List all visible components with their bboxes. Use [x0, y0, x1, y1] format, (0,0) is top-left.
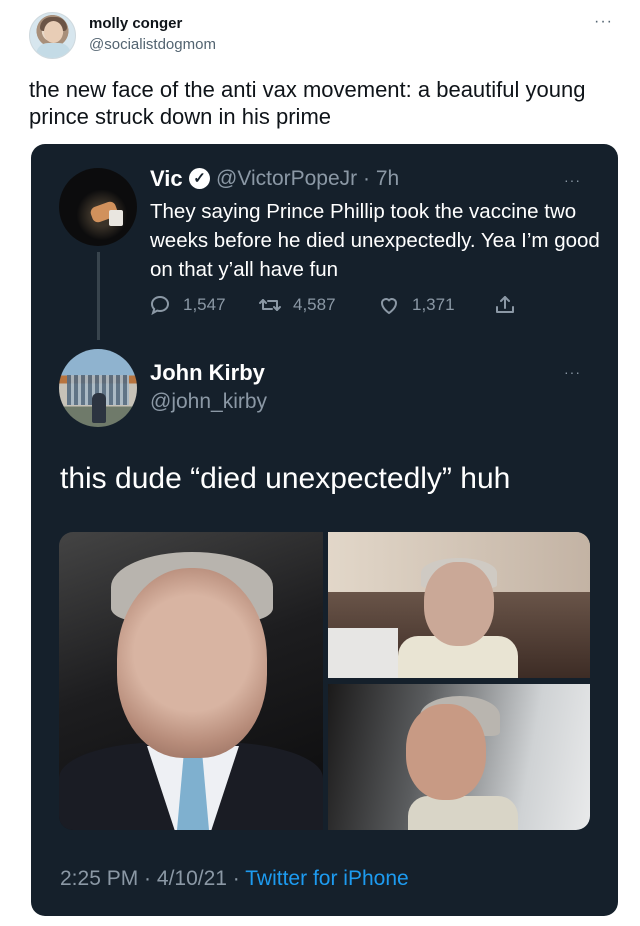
- tweet-time[interactable]: 2:25 PM: [60, 867, 138, 890]
- retweet-button[interactable]: 4,587: [258, 290, 336, 320]
- photo-car-side[interactable]: [328, 684, 590, 830]
- tweet-date[interactable]: 4/10/21: [157, 867, 227, 890]
- source-separator: ·: [226, 867, 246, 890]
- reply-tweet-text: this dude “died unexpectedly” huh: [60, 462, 511, 495]
- tweet-actions: 1,547 4,587 1,371: [31, 290, 618, 320]
- photo-coat: [408, 796, 518, 830]
- like-count: 1,371: [412, 295, 455, 314]
- timestamp-separator: ·: [138, 867, 157, 890]
- reply-count: 1,547: [183, 295, 226, 314]
- avatar-face: [44, 21, 63, 43]
- photo-closeup[interactable]: [59, 532, 323, 830]
- kirby-avatar[interactable]: [59, 349, 137, 427]
- retweet-icon: [259, 299, 281, 311]
- kirby-handle[interactable]: @john_kirby: [150, 390, 267, 414]
- vic-handle-time[interactable]: @VictorPopeJr · 7h: [216, 167, 399, 191]
- outer-handle[interactable]: @socialistdogmom: [89, 36, 216, 53]
- share-button[interactable]: [493, 290, 528, 320]
- avatar-shirt: [36, 43, 71, 58]
- verified-badge-icon: ✓: [189, 168, 210, 189]
- retweet-count: 4,587: [293, 295, 336, 314]
- photo-car-front[interactable]: [328, 532, 590, 678]
- more-options-icon[interactable]: ···: [594, 13, 613, 31]
- outer-tweet-text: the new face of the anti vax movement: a…: [29, 77, 586, 129]
- vic-display-name[interactable]: Vic: [150, 166, 183, 192]
- photo-face: [424, 562, 494, 646]
- photo-seat: [328, 628, 398, 678]
- speech-bubble-icon: [150, 295, 170, 316]
- share-icon: [496, 296, 514, 313]
- tweet-timestamp: 2:25 PM · 4/10/21 · Twitter for iPhone: [60, 867, 409, 891]
- outer-display-name[interactable]: molly conger: [89, 15, 182, 32]
- more-options-icon[interactable]: ···: [564, 172, 581, 188]
- media-grid: [59, 532, 590, 830]
- reply-button[interactable]: 1,547: [148, 290, 226, 320]
- avatar-paper: [109, 210, 123, 226]
- more-options-icon[interactable]: ···: [564, 364, 581, 380]
- outer-avatar[interactable]: [29, 12, 76, 59]
- source-link[interactable]: Twitter for iPhone: [245, 867, 408, 890]
- vic-avatar[interactable]: [59, 168, 137, 246]
- photo-face: [406, 704, 486, 800]
- kirby-display-name[interactable]: John Kirby: [150, 360, 265, 386]
- like-button[interactable]: 1,371: [377, 290, 455, 320]
- vic-tweet-text: They saying Prince Phillip took the vacc…: [150, 200, 600, 281]
- avatar-person: [92, 393, 106, 423]
- screenshot-card: Vic ✓ @VictorPopeJr · 7h ··· They saying…: [31, 144, 618, 916]
- photo-face: [117, 568, 267, 758]
- heart-icon: [380, 298, 398, 315]
